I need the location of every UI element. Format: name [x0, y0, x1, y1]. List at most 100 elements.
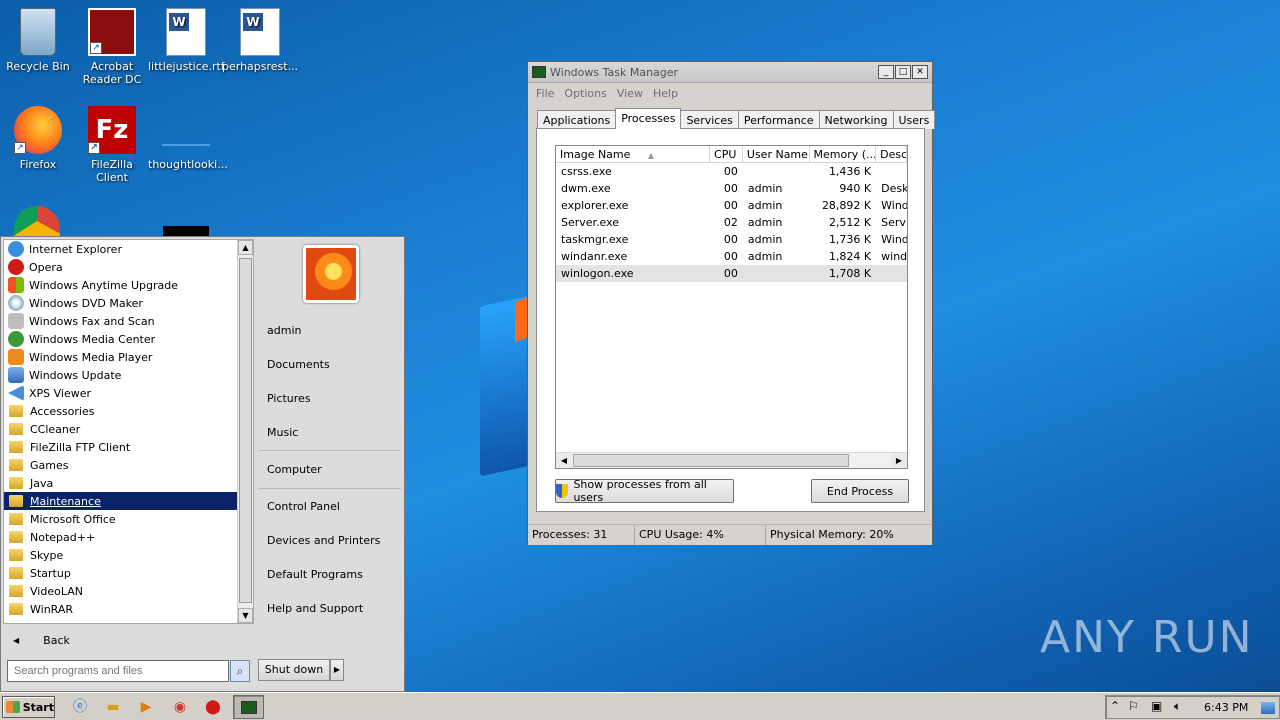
table-row[interactable]: Server.exe 02 admin 2,512 K Serv [556, 214, 907, 231]
scroll-up-icon[interactable]: ▲ [238, 240, 253, 255]
start-link-music[interactable]: Music [267, 426, 298, 439]
shortcut-arrow-icon: ↗ [90, 42, 102, 54]
program-item-windows-anytime-upgrade[interactable]: Windows Anytime Upgrade [4, 276, 239, 294]
tab-applications[interactable]: Applications [537, 110, 617, 129]
clock[interactable]: 6:43 PM [1204, 701, 1248, 714]
desktop-icon-recycle-bin[interactable]: Recycle Bin [0, 8, 76, 73]
desktop-icon-perhapsrest[interactable]: W perhapsrest... [222, 8, 298, 73]
scroll-right-icon[interactable]: ▶ [891, 453, 907, 468]
start-link-computer[interactable]: Computer [267, 463, 322, 476]
start-link-default-programs[interactable]: Default Programs [267, 568, 363, 581]
cell-image-name: dwm.exe [561, 182, 611, 195]
scroll-down-icon[interactable]: ▼ [238, 608, 253, 623]
user-avatar[interactable] [303, 245, 359, 303]
desktop-icon-partial[interactable] [163, 226, 209, 236]
column-header-memory[interactable]: Memory (... [810, 146, 877, 162]
table-row-selected[interactable]: winlogon.exe 00 1,708 K [556, 265, 907, 282]
tab-performance[interactable]: Performance [737, 110, 820, 129]
program-folder-maintenance[interactable]: Maintenance [4, 492, 239, 510]
title-bar[interactable]: Windows Task Manager _ □ ✕ [528, 62, 932, 83]
show-hidden-icons-icon[interactable]: ⌃ [1110, 699, 1120, 713]
program-item-windows-update[interactable]: Windows Update [4, 366, 239, 384]
scrollbar-thumb[interactable] [573, 454, 849, 467]
table-row[interactable]: taskmgr.exe 00 admin 1,736 K Wind [556, 231, 907, 248]
menu-view[interactable]: View [613, 87, 649, 100]
action-center-flag-icon[interactable]: ⚐ [1128, 699, 1139, 713]
start-link-user[interactable]: admin [267, 324, 301, 337]
taskbar-item-task-manager[interactable] [233, 695, 264, 719]
folder-icon [9, 585, 23, 597]
start-button[interactable]: Start [2, 696, 55, 718]
start-link-control-panel[interactable]: Control Panel [267, 500, 340, 513]
desktop-icon-label: perhapsrest... [222, 60, 299, 73]
table-row[interactable]: dwm.exe 00 admin 940 K Desk [556, 180, 907, 197]
program-item-windows-fax-and-scan[interactable]: Windows Fax and Scan [4, 312, 239, 330]
program-folder-notepadpp[interactable]: Notepad++ [4, 528, 239, 546]
tab-networking[interactable]: Networking [818, 110, 894, 129]
menu-file[interactable]: File [532, 87, 560, 100]
program-item-opera[interactable]: Opera [4, 258, 239, 276]
table-row[interactable]: windanr.exe 00 admin 1,824 K wind [556, 248, 907, 265]
program-folder-videolan[interactable]: VideoLAN [4, 582, 239, 600]
scrollbar-thumb[interactable] [239, 258, 252, 603]
desktop-icon-thoughtlooki[interactable]: thoughtlooki... [148, 106, 228, 171]
scroll-left-icon[interactable]: ◀ [556, 453, 572, 468]
column-header-cpu[interactable]: CPU [710, 146, 743, 162]
network-icon[interactable]: ▣ [1151, 699, 1162, 713]
program-item-windows-media-center[interactable]: Windows Media Center [4, 330, 239, 348]
close-icon[interactable]: ✕ [912, 65, 928, 79]
chrome-icon[interactable] [14, 206, 60, 236]
shutdown-options-icon[interactable]: ▶ [330, 659, 344, 681]
program-folder-games[interactable]: Games [4, 456, 239, 474]
column-header-image-name[interactable]: Image Name ▲ [556, 146, 711, 162]
table-row[interactable]: csrss.exe 00 1,436 K [556, 163, 907, 180]
desktop-icon-filezilla[interactable]: Fz ↗ FileZilla Client [74, 106, 150, 184]
search-icon[interactable]: ⌕ [230, 660, 250, 682]
show-all-processes-button[interactable]: Show processes from all users [555, 478, 734, 504]
start-link-help-support[interactable]: Help and Support [267, 602, 363, 615]
program-item-xps-viewer[interactable]: XPS Viewer [4, 384, 239, 402]
column-header-description[interactable]: Desc [876, 146, 907, 162]
anyrun-watermark: ANY RUN [1040, 612, 1254, 663]
program-folder-java[interactable]: Java [4, 474, 239, 492]
file-explorer-icon[interactable]: ▬ [103, 697, 123, 717]
program-folder-skype[interactable]: Skype [4, 546, 239, 564]
program-folder-microsoft-office[interactable]: Microsoft Office [4, 510, 239, 528]
volume-icon[interactable]: 🔈︎ [1174, 699, 1181, 714]
cell-user: admin [747, 233, 783, 246]
program-folder-ccleaner[interactable]: CCleaner [4, 420, 239, 438]
chrome-icon[interactable]: ◉ [170, 697, 190, 717]
search-input[interactable] [7, 660, 229, 682]
desktop-icon-acrobat[interactable]: ↗ Acrobat Reader DC [74, 8, 150, 86]
tab-processes[interactable]: Processes [615, 108, 682, 129]
column-header-user-name[interactable]: User Name [743, 146, 810, 162]
minimize-icon[interactable]: _ [878, 65, 894, 79]
opera-icon[interactable]: ⬤ [203, 697, 223, 717]
tab-users[interactable]: Users [892, 110, 936, 129]
menu-help[interactable]: Help [649, 87, 684, 100]
show-desktop-icon[interactable] [1261, 702, 1275, 714]
end-process-button[interactable]: End Process [811, 479, 909, 503]
table-row[interactable]: explorer.exe 00 admin 28,892 K Wind [556, 197, 907, 214]
back-button[interactable]: ◀ Back [3, 629, 254, 651]
start-link-pictures[interactable]: Pictures [267, 392, 311, 405]
programs-scrollbar[interactable]: ▲ ▼ [237, 240, 253, 623]
tab-services[interactable]: Services [680, 110, 739, 129]
program-folder-winrar[interactable]: WinRAR [4, 600, 239, 618]
program-item-windows-dvd-maker[interactable]: Windows DVD Maker [4, 294, 239, 312]
program-item-internet-explorer[interactable]: Internet Explorer [4, 240, 239, 258]
program-folder-startup[interactable]: Startup [4, 564, 239, 582]
menu-options[interactable]: Options [560, 87, 612, 100]
horizontal-scrollbar[interactable]: ◀ ▶ [556, 452, 907, 468]
start-link-documents[interactable]: Documents [267, 358, 330, 371]
maximize-icon[interactable]: □ [895, 65, 911, 79]
internet-explorer-icon[interactable]: ⓔ [70, 697, 90, 717]
program-item-windows-media-player[interactable]: Windows Media Player [4, 348, 239, 366]
media-player-icon[interactable]: ▶ [136, 697, 156, 717]
program-folder-accessories[interactable]: Accessories [4, 402, 239, 420]
desktop-icon-firefox[interactable]: ↗ Firefox [0, 106, 76, 171]
start-link-devices-printers[interactable]: Devices and Printers [267, 534, 380, 547]
program-folder-filezilla[interactable]: FileZilla FTP Client [4, 438, 239, 456]
shutdown-button[interactable]: Shut down [258, 659, 330, 681]
desktop-icon-littlejustice[interactable]: W littlejustice.rtf [148, 8, 225, 73]
